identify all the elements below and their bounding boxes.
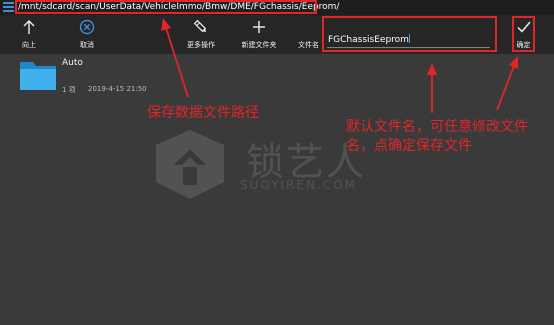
filename-annotation: 默认文件名，可任意修改文件名，点确定保存文件 (346, 119, 528, 154)
path-arrow (161, 18, 189, 98)
file-save-dialog: /mnt/sdcard/scan/UserData/VehicleImmo/Bm… (0, 0, 554, 325)
filename-arrow (427, 63, 437, 113)
confirm-arrow (496, 56, 518, 111)
path-annotation: 保存数据文件路径 (147, 105, 259, 121)
annotation-arrows (161, 18, 518, 113)
